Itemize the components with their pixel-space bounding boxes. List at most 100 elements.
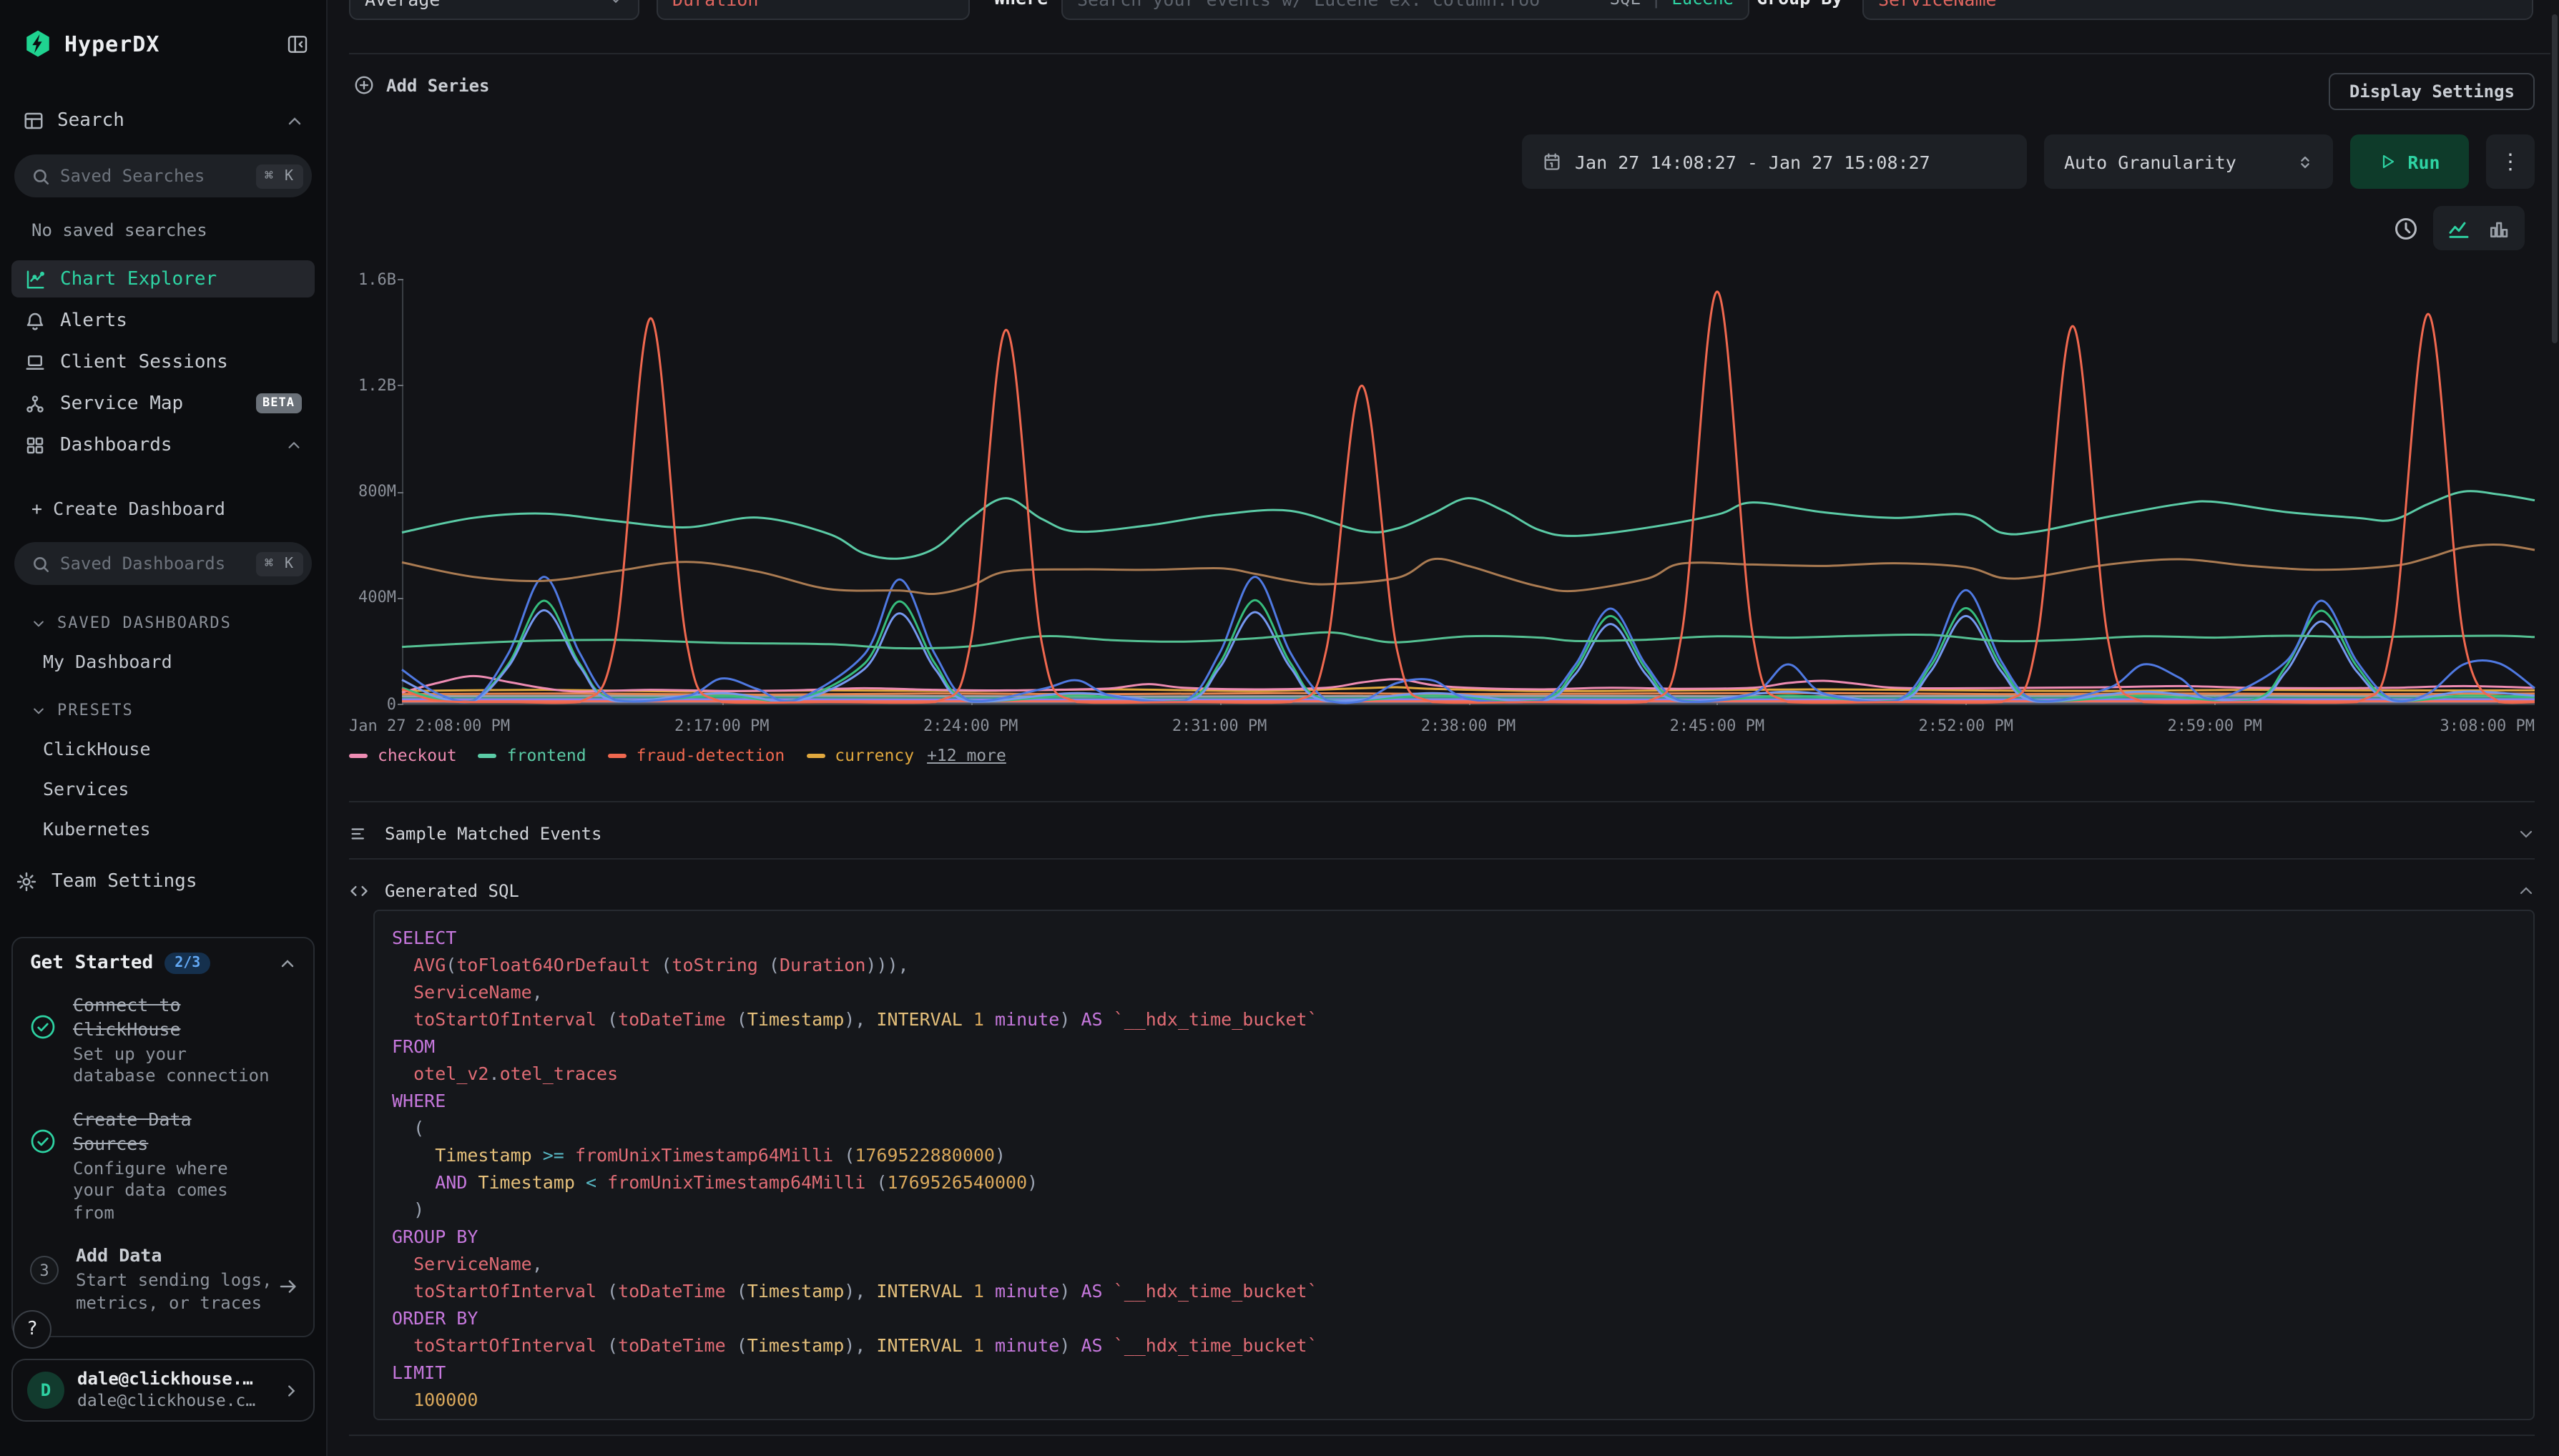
chevron-up-icon[interactable] — [286, 112, 303, 129]
chart-type-controls — [2393, 206, 2525, 250]
y-axis-label: 1.2B — [349, 376, 396, 395]
dashboard-group-label[interactable]: SAVED DASHBOARDS — [0, 614, 326, 632]
display-settings-button[interactable]: Display Settings — [2329, 73, 2535, 110]
sample-events-section[interactable]: Sample Matched Events — [349, 810, 2535, 858]
chevron-up-icon[interactable] — [2518, 882, 2535, 900]
chart-canvas — [402, 279, 2535, 707]
series-frontend — [402, 491, 2535, 559]
task-description: Configure where your data comes from — [73, 1158, 276, 1225]
dashboard-item[interactable]: Kubernetes — [0, 818, 326, 840]
sql-code-block[interactable]: SELECT AVG(toFloat64OrDefault (toString … — [373, 910, 2535, 1420]
plus-circle-icon — [353, 74, 375, 96]
legend-item[interactable]: fraud-detection — [608, 745, 785, 765]
divider — [349, 801, 2535, 802]
app-title: HyperDX — [64, 31, 275, 56]
legend-swatch — [478, 753, 497, 757]
saved-searches-search[interactable]: ⌘ K — [14, 154, 312, 197]
logo-row: HyperDX — [0, 0, 326, 59]
saved-dashboards-input[interactable] — [60, 554, 246, 574]
sidebar-item-client-sessions[interactable]: Client Sessions — [11, 343, 315, 380]
granularity-select[interactable]: Auto Granularity — [2044, 134, 2333, 189]
bar-chart-icon[interactable] — [2487, 217, 2510, 240]
dashboard-group-label[interactable]: PRESETS — [0, 701, 326, 719]
dashboard-groups: SAVED DASHBOARDS My Dashboard PRESETS Click… — [0, 614, 326, 840]
sidebar-collapse-icon[interactable] — [286, 32, 309, 55]
legend-label: checkout — [378, 745, 457, 765]
help-button[interactable]: ? — [13, 1310, 51, 1349]
get-started-title: Get Started — [30, 953, 153, 974]
search-section-label: Search — [57, 110, 124, 132]
query-mode-toggle[interactable]: SQL | Lucene — [1610, 0, 1734, 9]
time-range-picker[interactable]: Jan 27 14:08:27 - Jan 27 15:08:27 — [1522, 134, 2027, 189]
timeseries-chart[interactable]: 1.6B1.2B800M400M0Jan 27 2:08:00 PM2:17:0… — [349, 279, 2535, 772]
sql-code: SELECT AVG(toFloat64OrDefault (toString … — [392, 924, 2516, 1413]
run-button[interactable]: Run — [2350, 134, 2469, 189]
more-options-button[interactable]: ⋮ — [2486, 134, 2535, 189]
sidebar-item-dashboards[interactable]: Dashboards — [11, 426, 315, 463]
get-started-task[interactable]: Connect to ClickHouse Set up your databa… — [30, 994, 296, 1088]
search-panel-icon — [23, 110, 44, 132]
get-started-task[interactable]: 3Add Data Start sending logs, metrics, o… — [30, 1245, 296, 1315]
service-map-icon — [24, 393, 46, 414]
task-title: Create Data Sources — [73, 1108, 276, 1157]
y-axis-label: 400M — [349, 589, 396, 607]
aggregation-select[interactable]: Average — [349, 0, 639, 20]
legend-more-link[interactable]: +12 more — [927, 745, 1006, 765]
mode-sql-label[interactable]: SQL — [1610, 0, 1641, 9]
chart-legend: checkout frontend fraud-detection curren… — [349, 745, 1006, 765]
task-title: Connect to ClickHouse — [73, 994, 276, 1043]
sidebar-item-service-map[interactable]: Service MapBETA — [11, 385, 315, 422]
saved-searches-input[interactable] — [60, 166, 246, 186]
saved-searches-shortcut: ⌘ K — [256, 164, 303, 188]
legend-label: currency — [835, 745, 914, 765]
x-axis-label: 2:31:00 PM — [1172, 717, 1267, 735]
beta-badge: BETA — [255, 393, 302, 413]
sidebar-item-alerts[interactable]: Alerts — [11, 302, 315, 339]
chevron-down-icon[interactable] — [2518, 825, 2535, 842]
dashboard-item[interactable]: My Dashboard — [0, 651, 326, 672]
x-axis-label: Jan 27 2:08:00 PM — [349, 717, 510, 735]
sidebar-item-chart-explorer[interactable]: Chart Explorer — [11, 260, 315, 297]
no-saved-searches-label: No saved searches — [0, 197, 326, 240]
bell-icon — [24, 310, 46, 331]
group-by-input[interactable]: ServiceName — [1862, 0, 2533, 20]
series-other-10 — [402, 577, 2535, 703]
user-menu[interactable]: D dale@clickhouse.… dale@clickhouse.c… — [11, 1359, 315, 1422]
dashboard-item[interactable]: Services — [0, 778, 326, 800]
mode-divider: | — [1651, 0, 1661, 9]
get-started-task[interactable]: Create Data Sources Configure where your… — [30, 1108, 296, 1225]
chevron-down-icon — [31, 703, 46, 717]
create-dashboard-button[interactable]: + Create Dashboard — [0, 498, 326, 519]
dashboard-item[interactable]: ClickHouse — [0, 738, 326, 759]
search-query-input[interactable]: Search your events w/ Lucene ex: column:… — [1061, 0, 1749, 20]
field-input[interactable]: Duration — [657, 0, 970, 20]
legend-item[interactable]: checkout — [349, 745, 457, 765]
field-value: Duration — [672, 0, 758, 9]
divider — [349, 1435, 2535, 1436]
code-icon — [349, 881, 369, 901]
sidebar-section-search[interactable]: Search — [0, 110, 326, 132]
x-axis-label: 2:45:00 PM — [1670, 717, 1764, 735]
mode-lucene-label[interactable]: Lucene — [1671, 0, 1734, 9]
clock-icon[interactable] — [2393, 215, 2419, 241]
chevron-up-icon[interactable] — [279, 955, 296, 972]
add-series-button[interactable]: Add Series — [353, 74, 490, 96]
chevron-right-icon — [283, 1382, 299, 1398]
scrollbar-thumb[interactable] — [2552, 14, 2558, 343]
line-chart-icon[interactable] — [2447, 217, 2470, 240]
legend-item[interactable]: frontend — [478, 745, 586, 765]
check-circle-icon — [30, 1128, 56, 1154]
generated-sql-section[interactable]: Generated SQL — [349, 867, 2535, 915]
saved-dashboards-search[interactable]: ⌘ K — [14, 542, 312, 585]
sidebar-item-label: Client Sessions — [60, 351, 228, 373]
divider — [349, 858, 2535, 860]
y-axis-label: 0 — [349, 694, 396, 713]
chevron-up-icon[interactable] — [286, 437, 302, 453]
search-query-placeholder: Search your events w/ Lucene ex: column:… — [1077, 0, 1540, 9]
sidebar-item-team-settings[interactable]: Team Settings — [0, 871, 326, 892]
legend-item[interactable]: currency — [806, 745, 914, 765]
chart-explorer-icon — [24, 268, 46, 290]
chevron-down-icon — [608, 0, 624, 6]
scrollbar-track[interactable] — [2550, 0, 2559, 1456]
sidebar-item-label: Chart Explorer — [60, 268, 217, 290]
